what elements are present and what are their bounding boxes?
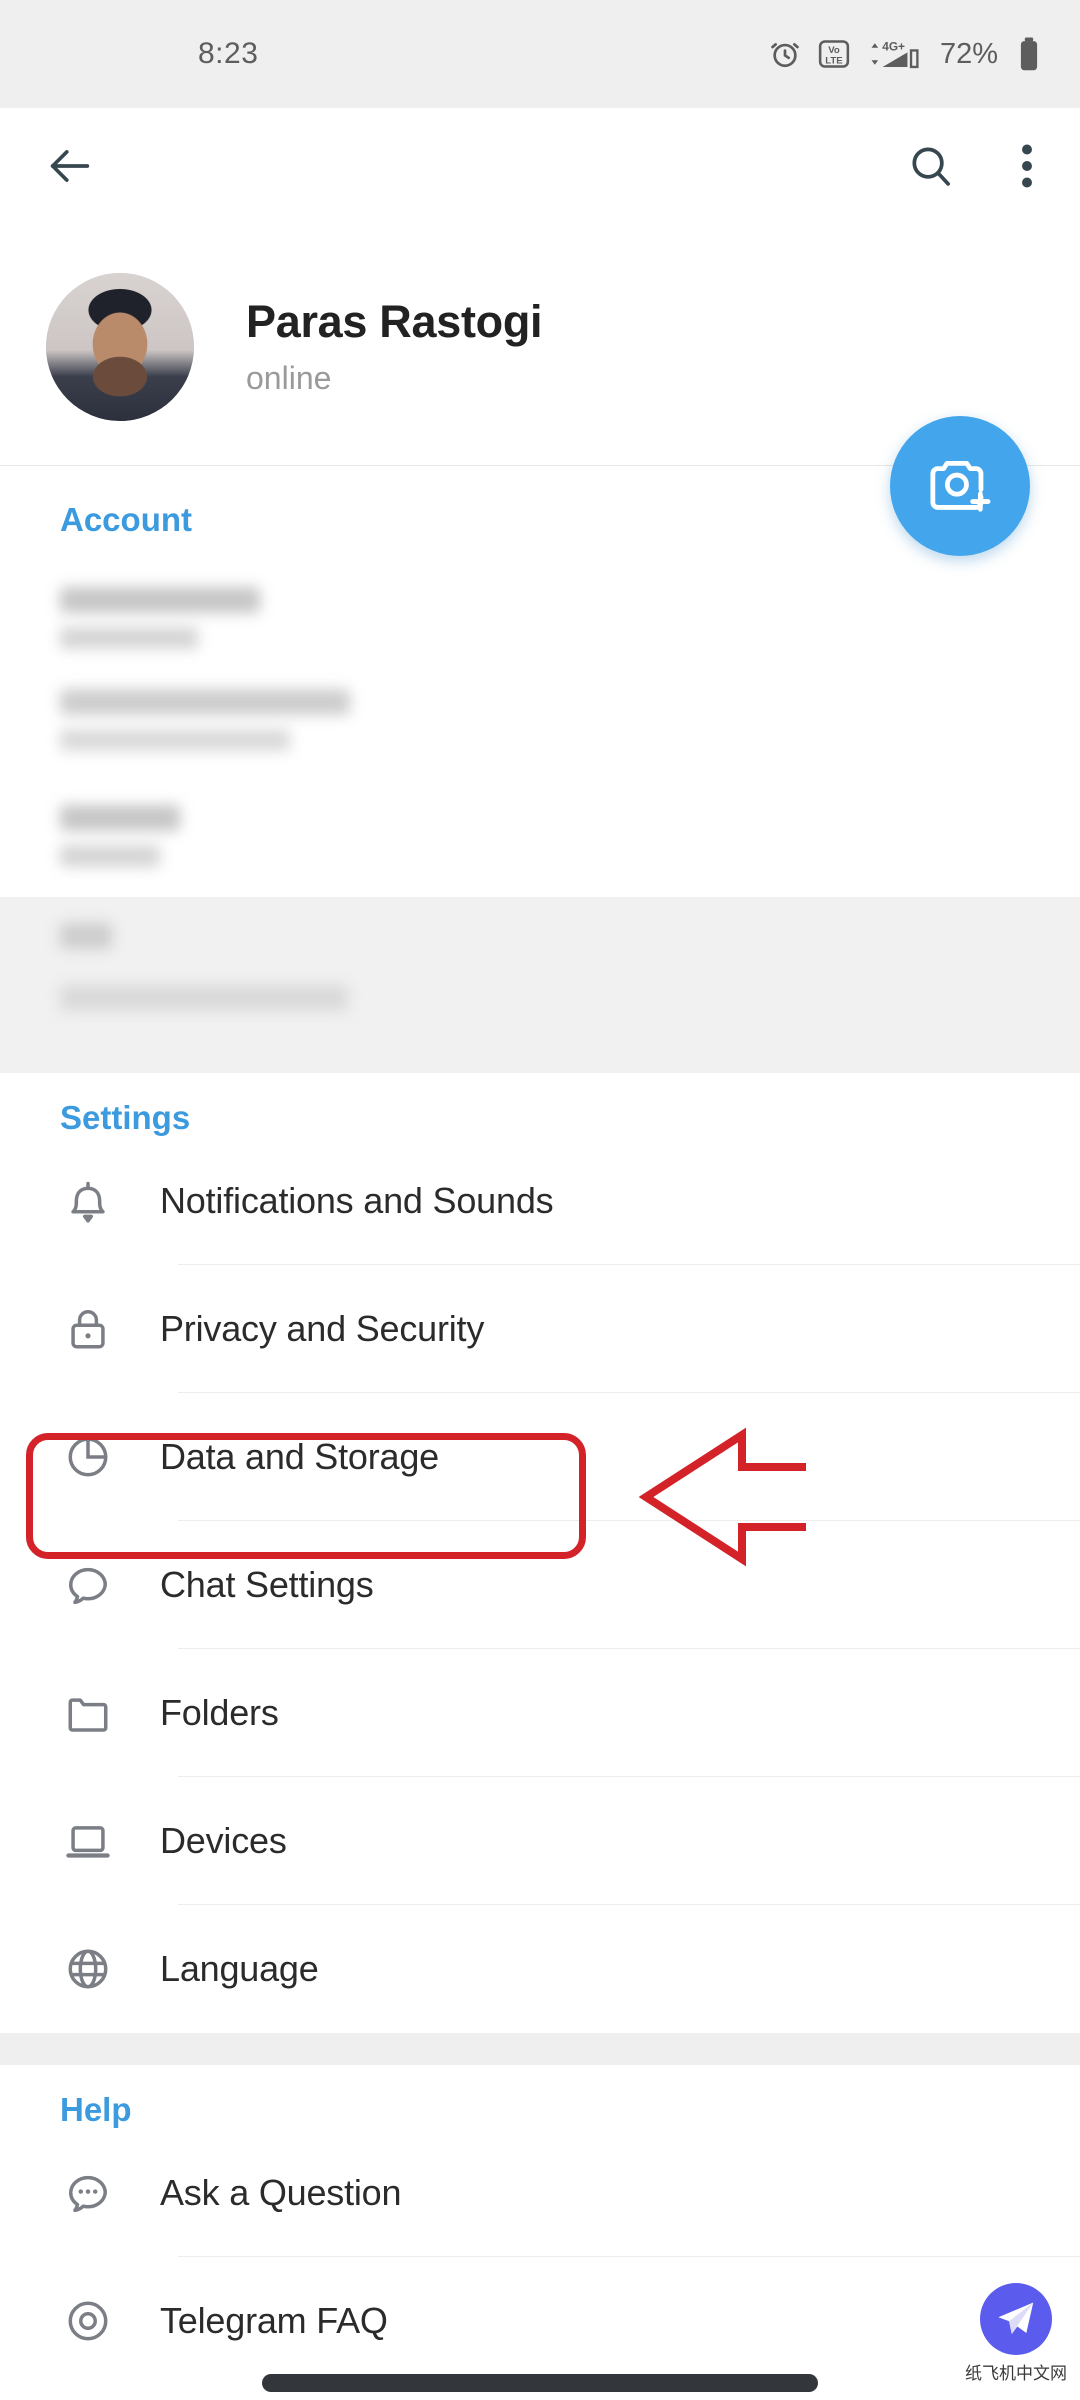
settings-row-devices[interactable]: Devices xyxy=(0,1777,1080,1905)
redacted-text-block xyxy=(60,729,290,751)
account-section-title: Account xyxy=(60,501,192,538)
signal-4g-plus-icon: 4G+ xyxy=(866,37,924,71)
folder-icon xyxy=(60,1685,138,1741)
svg-text:Vo: Vo xyxy=(828,45,840,56)
settings-row-notifications[interactable]: Notifications and Sounds xyxy=(0,1137,1080,1265)
redacted-text-block xyxy=(60,689,350,715)
avatar[interactable] xyxy=(46,272,194,421)
alarm-clock-icon xyxy=(768,37,802,71)
settings-row-label: Privacy and Security xyxy=(160,1308,485,1349)
pie-chart-icon xyxy=(60,1429,138,1485)
status-bar: 8:23 Vo LTE 4G+ 72% xyxy=(0,0,1080,108)
camera-plus-icon xyxy=(923,447,997,526)
help-section: Help Ask a Question Telegram FAQ xyxy=(0,2065,1080,2385)
settings-section-title: Settings xyxy=(60,1099,191,1136)
page-title: Paras Rastogi xyxy=(246,296,543,347)
settings-row-language[interactable]: Language xyxy=(0,1905,1080,2033)
watermark-label: 纸飞机中文网 xyxy=(965,2364,1067,2383)
settings-section: Settings Notifications and Sounds Privac… xyxy=(0,1073,1080,2385)
speech-bubble-icon xyxy=(60,1557,138,1613)
settings-row-label: Chat Settings xyxy=(160,1564,374,1605)
redacted-text-block xyxy=(60,587,260,613)
change-photo-fab-button[interactable] xyxy=(890,416,1030,556)
battery-percentage-label: 72% xyxy=(939,37,998,70)
paper-plane-icon xyxy=(980,2283,1052,2355)
settings-row-label: Folders xyxy=(160,1692,279,1733)
settings-row-label: Language xyxy=(160,1948,319,1989)
settings-row-chat-settings[interactable]: Chat Settings xyxy=(0,1521,1080,1649)
app-bar xyxy=(0,108,1080,228)
settings-row-label: Notifications and Sounds xyxy=(160,1180,554,1221)
status-bar-icons: Vo LTE 4G+ 72% xyxy=(768,36,1042,72)
overflow-menu-icon[interactable] xyxy=(1018,140,1036,197)
laptop-icon xyxy=(60,1813,138,1869)
question-bubble-icon xyxy=(60,2165,138,2221)
profile-text-block: Paras Rastogi online xyxy=(246,296,543,397)
help-row-ask-a-question[interactable]: Ask a Question xyxy=(0,2129,1080,2257)
svg-text:4G+: 4G+ xyxy=(882,40,905,54)
info-circle-icon xyxy=(60,2293,138,2349)
redacted-text-block xyxy=(60,985,348,1011)
globe-icon xyxy=(60,1941,138,1997)
redacted-text-block xyxy=(60,923,112,949)
search-icon[interactable] xyxy=(906,141,956,196)
online-status-label: online xyxy=(246,360,332,396)
gesture-navigation-pill[interactable] xyxy=(262,2374,818,2392)
settings-row-label: Data and Storage xyxy=(160,1436,439,1477)
status-bar-clock: 8:23 xyxy=(198,37,259,70)
help-section-title: Help xyxy=(60,2091,132,2128)
redacted-text-block xyxy=(60,845,160,867)
lock-icon xyxy=(60,1301,138,1357)
redacted-text-block xyxy=(60,805,180,831)
app-bar-actions xyxy=(906,140,1036,197)
section-separator xyxy=(0,2033,1080,2065)
volte-icon: Vo LTE xyxy=(818,38,850,70)
settings-row-data-storage[interactable]: Data and Storage xyxy=(0,1393,1080,1521)
help-row-label: Ask a Question xyxy=(160,2172,402,2213)
svg-text:LTE: LTE xyxy=(825,55,843,66)
redacted-text-block xyxy=(60,627,198,649)
site-watermark: 纸飞机中文网 xyxy=(962,2283,1070,2384)
account-section: Account xyxy=(0,467,1080,1073)
battery-icon xyxy=(1016,36,1042,72)
settings-row-folders[interactable]: Folders xyxy=(0,1649,1080,1777)
help-row-telegram-faq[interactable]: Telegram FAQ xyxy=(0,2257,1080,2385)
phone-screen: 8:23 Vo LTE 4G+ 72% Paras Rastogi online… xyxy=(0,0,1080,2400)
back-button[interactable] xyxy=(44,140,96,197)
bell-icon xyxy=(60,1173,138,1229)
help-row-label: Telegram FAQ xyxy=(160,2300,388,2341)
settings-row-privacy[interactable]: Privacy and Security xyxy=(0,1265,1080,1393)
settings-row-label: Devices xyxy=(160,1820,287,1861)
